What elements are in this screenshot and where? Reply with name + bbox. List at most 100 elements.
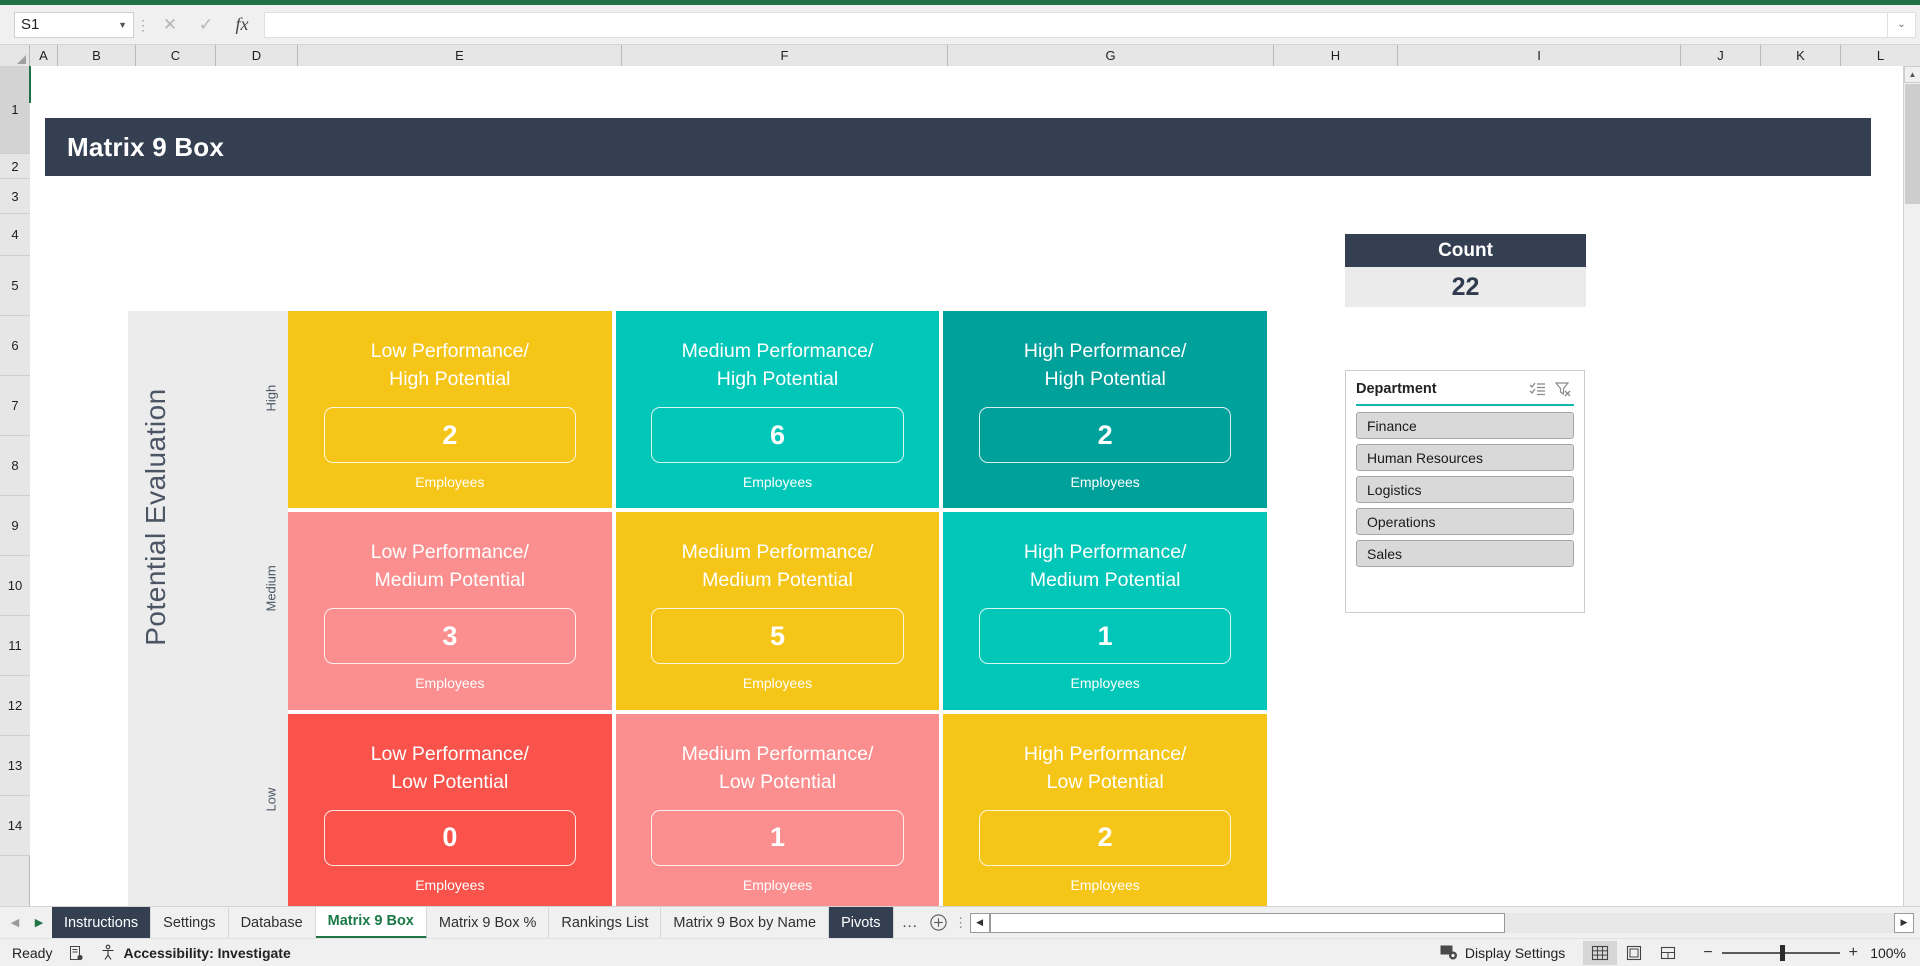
select-all-corner[interactable] [0,45,30,66]
matrix-cell-high-perf-low-pot[interactable]: High Performance/ Low Potential 2 Employ… [943,714,1267,906]
column-header-h[interactable]: H [1274,45,1398,66]
confirm-icon[interactable]: ✓ [188,11,224,39]
column-header-d[interactable]: D [216,45,298,66]
sheet-tab-pivots[interactable]: Pivots [829,907,894,939]
column-header-b[interactable]: B [58,45,136,66]
sheet-tab-bar: ◀ ▶ Instructions Settings Database Matri… [0,906,1920,938]
row-header-1[interactable]: 1 [0,66,30,154]
matrix-cell-low-perf-low-pot[interactable]: Low Performance/ Low Potential 0 Employe… [288,714,612,906]
column-header-a[interactable]: A [30,45,58,66]
chevron-down-icon[interactable]: ▼ [118,20,127,30]
row-header-8[interactable]: 8 [0,436,30,496]
matrix-cell-title: Medium Performance/ Low Potential [682,740,874,796]
zoom-slider-track[interactable] [1722,952,1840,954]
vertical-scrollbar[interactable]: ▲ [1903,66,1920,906]
normal-view-icon[interactable] [1583,941,1617,965]
sheet-tab-matrix-9-box-by-name[interactable]: Matrix 9 Box by Name [661,907,829,939]
slicer-item-finance[interactable]: Finance [1356,412,1574,439]
accessibility-label: Accessibility: Investigate [123,945,290,961]
matrix-cell-count: 5 [651,608,903,664]
previous-sheet-icon[interactable]: ◀ [8,916,22,929]
sheet-tab-settings[interactable]: Settings [151,907,228,939]
matrix-cell-title-line2: High Potential [1044,368,1165,390]
sheet-tab-instructions[interactable]: Instructions [52,907,151,939]
matrix-cell-med-perf-high-pot[interactable]: Medium Performance/ High Potential 6 Emp… [616,311,940,508]
horizontal-scroll-thumb[interactable] [990,913,1505,933]
matrix-y-axis: Potential Evaluation High Medium Low [128,311,288,906]
zoom-slider-thumb[interactable] [1780,945,1785,961]
department-slicer[interactable]: Department [1345,370,1585,613]
sheet-tab-matrix-9-box[interactable]: Matrix 9 Box [316,907,427,939]
sheet-tab-matrix-9-box-percent[interactable]: Matrix 9 Box % [427,907,550,939]
vertical-scroll-thumb[interactable] [1905,84,1920,204]
page-layout-view-icon[interactable] [1617,941,1651,965]
row-header-6[interactable]: 6 [0,316,30,376]
cancel-icon[interactable]: ✕ [152,11,188,39]
sheet-tab-database[interactable]: Database [229,907,316,939]
y-axis-label-high: High [264,390,279,412]
column-header-c[interactable]: C [136,45,216,66]
clear-filter-icon[interactable] [1550,378,1576,400]
matrix-cell-low-perf-high-pot[interactable]: Low Performance/ High Potential 2 Employ… [288,311,612,508]
column-header-i[interactable]: I [1398,45,1681,66]
tab-bar-grip[interactable]: ⋮ [952,920,970,925]
sheet-tab-rankings-list[interactable]: Rankings List [549,907,661,939]
column-header-g[interactable]: G [948,45,1274,66]
page-title: Matrix 9 Box [67,132,224,163]
next-sheet-icon[interactable]: ▶ [32,916,46,929]
matrix-cell-high-perf-med-pot[interactable]: High Performance/ Medium Potential 1 Emp… [943,512,1267,709]
zoom-in-button[interactable]: + [1849,944,1858,962]
matrix-cell-med-perf-med-pot[interactable]: Medium Performance/ Medium Potential 5 E… [616,512,940,709]
row-header-9[interactable]: 9 [0,496,30,556]
row-header-10[interactable]: 10 [0,556,30,616]
expand-formula-bar-icon[interactable]: ⌄ [1888,12,1916,38]
slicer-item-operations[interactable]: Operations [1356,508,1574,535]
page-break-view-icon[interactable] [1651,941,1685,965]
row-header-12[interactable]: 12 [0,676,30,736]
scroll-left-icon[interactable]: ◀ [970,913,990,933]
zoom-level[interactable]: 100% [1858,945,1906,961]
add-sheet-icon[interactable] [926,914,952,931]
formula-input[interactable] [264,12,1888,38]
matrix-cell-high-perf-high-pot[interactable]: High Performance/ High Potential 2 Emplo… [943,311,1267,508]
row-header-11[interactable]: 11 [0,616,30,676]
row-header-5[interactable]: 5 [0,256,30,316]
zoom-out-button[interactable]: − [1703,944,1712,962]
insert-function-icon[interactable]: fx [224,11,260,39]
name-box[interactable]: S1 ▼ [14,12,134,38]
scroll-right-icon[interactable]: ▶ [1894,913,1914,933]
matrix-cell-title-line2: Medium Potential [702,569,853,591]
matrix-cell-title: Medium Performance/ High Potential [682,337,874,393]
column-header-e[interactable]: E [298,45,622,66]
multi-select-icon[interactable] [1524,378,1550,400]
matrix-cell-med-perf-low-pot[interactable]: Medium Performance/ Low Potential 1 Empl… [616,714,940,906]
slicer-item-human-resources[interactable]: Human Resources [1356,444,1574,471]
more-sheets-icon[interactable]: … [894,914,926,932]
slicer-item-logistics[interactable]: Logistics [1356,476,1574,503]
slicer-item-sales[interactable]: Sales [1356,540,1574,567]
matrix-cell-low-perf-med-pot[interactable]: Low Performance/ Medium Potential 3 Empl… [288,512,612,709]
row-header-13[interactable]: 13 [0,736,30,796]
column-header-k[interactable]: K [1761,45,1841,66]
matrix-cell-employees-label: Employees [743,675,812,691]
column-header-l[interactable]: L [1841,45,1920,66]
formula-bar-grip[interactable]: ⋮ [134,22,152,28]
accessibility-status[interactable]: Accessibility: Investigate [100,944,290,961]
matrix-cell-title-line2: Medium Potential [374,569,525,591]
row-header-3[interactable]: 3 [0,179,30,214]
matrix-cell-employees-label: Employees [415,474,484,490]
macro-record-icon[interactable] [68,945,84,961]
row-header-14[interactable]: 14 [0,796,30,856]
column-header-j[interactable]: J [1681,45,1761,66]
scroll-up-icon[interactable]: ▲ [1904,66,1920,83]
matrix-cell-title: Low Performance/ Low Potential [371,740,529,796]
row-header-4[interactable]: 4 [0,214,30,256]
row-header-2[interactable]: 2 [0,154,30,179]
display-settings-button[interactable]: Display Settings [1440,944,1565,961]
horizontal-scrollbar[interactable]: ◀ ▶ [970,913,1920,933]
matrix-cell-employees-label: Employees [743,877,812,893]
horizontal-scroll-track[interactable] [990,913,1894,933]
row-header-7[interactable]: 7 [0,376,30,436]
zoom-slider[interactable]: − + [1703,944,1858,962]
column-header-f[interactable]: F [622,45,948,66]
